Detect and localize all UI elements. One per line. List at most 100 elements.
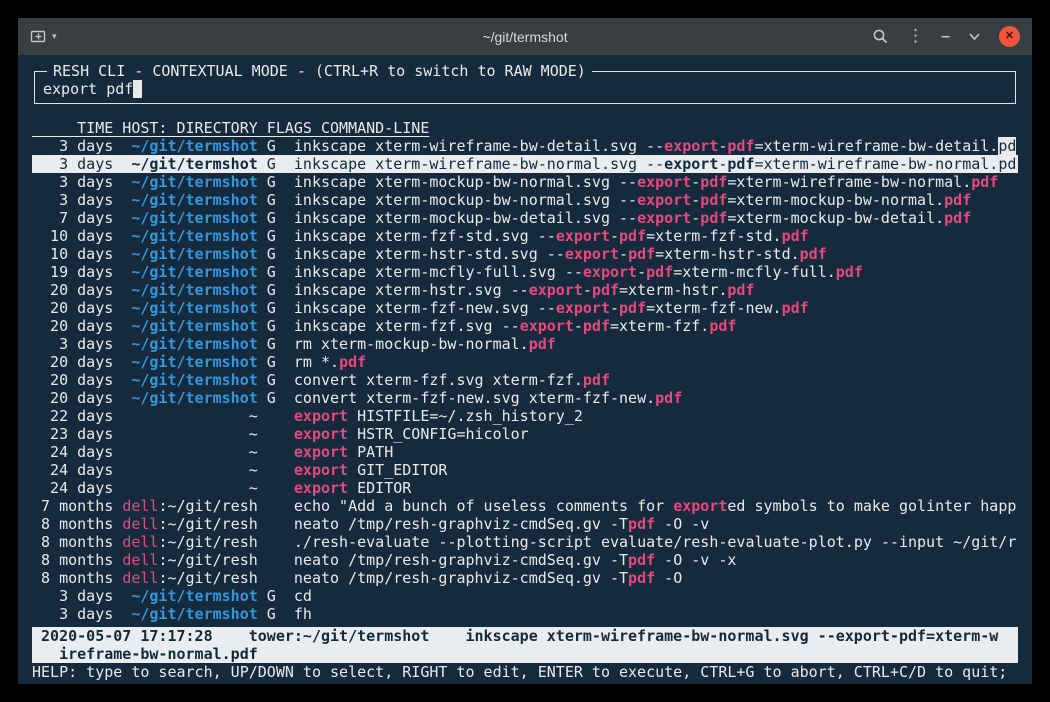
host-cell: ~ [113,443,258,461]
history-row[interactable]: 3 days ~/git/termshot G rm xterm-mockup-… [32,335,1018,353]
flags-cell: G [258,209,294,227]
search-input[interactable]: export pdf [43,80,1007,98]
command-cell: neato /tmp/resh-graphviz-cmdSeq.gv -Tpdf… [294,551,737,569]
command-cell: inkscape xterm-wireframe-bw-normal.svg -… [294,155,1016,173]
time-cell: 3 days [32,605,113,623]
command-cell: ./resh-evaluate --plotting-script evalua… [294,533,1016,551]
time-cell: 22 days [32,407,113,425]
host-cell: ~/git/termshot [113,299,258,317]
host-cell: ~/git/termshot [113,245,258,263]
history-row[interactable]: 8 months dell:~/git/resh ./resh-evaluate… [32,533,1018,551]
command-cell: inkscape xterm-mcfly-full.svg --export-p… [294,263,863,281]
command-cell: echo "Add a bunch of useless comments fo… [294,497,1016,515]
host-cell: ~ [113,407,258,425]
menu-button[interactable]: ⋮ [907,28,924,45]
host-cell: ~/git/termshot [113,389,258,407]
new-tab-icon [30,29,47,44]
time-cell: 24 days [32,479,113,497]
host-cell: dell:~/git/resh [113,551,258,569]
history-row[interactable]: 3 days ~/git/termshot G inkscape xterm-w… [32,137,1018,155]
close-icon: ✕ [1005,31,1014,42]
command-cell: convert xterm-fzf.svg xterm-fzf.pdf [294,371,610,389]
close-button-circle: ✕ [999,26,1020,47]
time-cell: 7 days [32,209,113,227]
time-cell: 10 days [32,245,113,263]
flags-cell [258,425,294,443]
host-cell: ~/git/termshot [113,281,258,299]
history-row[interactable]: 22 days ~ export HISTFILE=~/.zsh_history… [32,407,1018,425]
flags-cell: G [258,191,294,209]
minimize-icon: – [941,28,950,46]
time-cell: 10 days [32,227,113,245]
table-header: TIME HOST: DIRECTORY FLAGS COMMAND-LINE [32,119,1018,137]
history-row[interactable]: 23 days ~ export HSTR_CONFIG=hicolor [32,425,1018,443]
host-cell: dell:~/git/resh [113,569,258,587]
host-cell: ~ [113,425,258,443]
command-cell: rm *.pdf [294,353,366,371]
history-row[interactable]: 20 days ~/git/termshot G rm *.pdf [32,353,1018,371]
history-row[interactable]: 24 days ~ export GIT_EDITOR [32,461,1018,479]
flags-cell: G [258,227,294,245]
history-row[interactable]: 10 days ~/git/termshot G inkscape xterm-… [32,245,1018,263]
flags-cell [258,515,294,533]
close-button[interactable]: ✕ [999,26,1020,47]
host-cell: dell:~/git/resh [113,497,258,515]
search-icon [872,28,889,45]
history-row[interactable]: 8 months dell:~/git/resh neato /tmp/resh… [32,569,1018,587]
command-cell: cd [294,587,312,605]
host-cell: dell:~/git/resh [113,515,258,533]
time-cell: 8 months [32,551,113,569]
history-row[interactable]: 3 days ~/git/termshot G fh [32,605,1018,623]
history-row[interactable]: 24 days ~ export PATH [32,443,1018,461]
command-cell: inkscape xterm-hstr.svg --export-pdf=xte… [294,281,755,299]
chevron-down-icon: ▾ [52,31,57,42]
time-cell: 3 days [32,155,113,173]
history-row[interactable]: 3 days ~/git/termshot G inkscape xterm-m… [32,173,1018,191]
history-row[interactable]: 19 days ~/git/termshot G inkscape xterm-… [32,263,1018,281]
command-cell: inkscape xterm-fzf-std.svg --export-pdf=… [294,227,809,245]
history-row[interactable]: 20 days ~/git/termshot G inkscape xterm-… [32,299,1018,317]
flags-cell [258,551,294,569]
time-cell: 19 days [32,263,113,281]
history-row[interactable]: 20 days ~/git/termshot G convert xterm-f… [32,371,1018,389]
status-line-1: 2020-05-07 17:17:28 tower:~/git/termshot… [32,627,1018,645]
flags-cell [258,479,294,497]
host-cell: ~/git/termshot [113,263,258,281]
flags-cell [258,407,294,425]
flags-cell: G [258,155,294,173]
restore-button[interactable] [967,30,982,43]
flags-cell: G [258,281,294,299]
history-row[interactable]: 7 days ~/git/termshot G inkscape xterm-m… [32,209,1018,227]
command-cell: export GIT_EDITOR [294,461,448,479]
flags-cell: G [258,317,294,335]
history-rows: 3 days ~/git/termshot G inkscape xterm-w… [32,137,1018,623]
host-cell: ~ [113,479,258,497]
help-line: HELP: type to search, UP/DOWN to select,… [32,663,1018,681]
new-tab-button[interactable]: ▾ [30,29,57,44]
time-cell: 7 months [32,497,113,515]
minimize-button[interactable]: – [941,28,950,46]
history-row[interactable]: 24 days ~ export EDITOR [32,479,1018,497]
history-row[interactable]: 10 days ~/git/termshot G inkscape xterm-… [32,227,1018,245]
history-row[interactable]: 20 days ~/git/termshot G inkscape xterm-… [32,281,1018,299]
status-bar: 2020-05-07 17:17:28 tower:~/git/termshot… [32,627,1018,663]
flags-cell: G [258,335,294,353]
history-row[interactable]: 8 months dell:~/git/resh neato /tmp/resh… [32,515,1018,533]
history-row[interactable]: 20 days ~/git/termshot G convert xterm-f… [32,389,1018,407]
command-cell: convert xterm-fzf-new.svg xterm-fzf-new.… [294,389,682,407]
history-row[interactable]: 8 months dell:~/git/resh neato /tmp/resh… [32,551,1018,569]
search-button[interactable] [872,28,889,45]
history-row[interactable]: 3 days ~/git/termshot G cd [32,587,1018,605]
search-query-text: export pdf [43,80,133,98]
history-row[interactable]: 20 days ~/git/termshot G inkscape xterm-… [32,317,1018,335]
time-cell: 3 days [32,191,113,209]
titlebar: ▾ ~/git/termshot ⋮ – [18,18,1032,55]
history-row[interactable]: 7 months dell:~/git/resh echo "Add a bun… [32,497,1018,515]
history-row-selected[interactable]: 3 days ~/git/termshot G inkscape xterm-w… [32,155,1018,173]
mode-title: RESH CLI - CONTEXTUAL MODE - (CTRL+R to … [47,62,592,80]
command-cell: export HISTFILE=~/.zsh_history_2 [294,407,583,425]
host-cell: ~/git/termshot [113,353,258,371]
command-cell: fh [294,605,312,623]
command-cell: export HSTR_CONFIG=hicolor [294,425,529,443]
history-row[interactable]: 3 days ~/git/termshot G inkscape xterm-m… [32,191,1018,209]
